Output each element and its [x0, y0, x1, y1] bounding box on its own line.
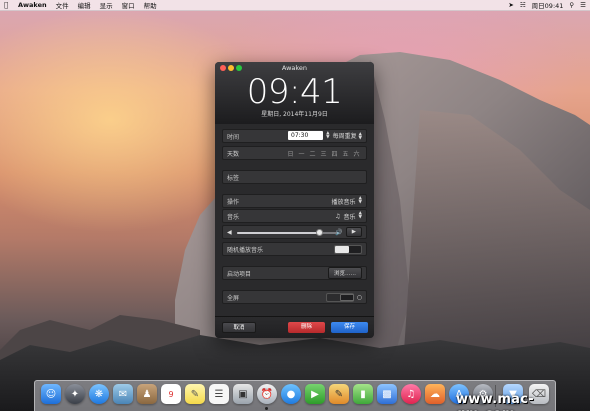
notes-icon[interactable]: ✎ [185, 384, 205, 404]
awaken-window: 09:41 星期日, 2014年11月9日 Awaken 时间 ▲ ▼ 每周重复 … [215, 62, 374, 338]
days-label: 天数 [227, 150, 240, 158]
facetime-icon[interactable]: ▶ [305, 384, 325, 404]
cancel-button[interactable]: 取消 [222, 322, 256, 333]
pages-icon[interactable]: ✎ [329, 384, 349, 404]
volume-slider-knob[interactable] [315, 229, 323, 236]
launchpad-icon[interactable]: ✦ [65, 384, 85, 404]
running-indicator [265, 407, 268, 410]
shuffle-toggle[interactable] [334, 244, 362, 254]
menu-app-name[interactable]: Awaken [18, 1, 47, 9]
clock-date: 星期日, 2014年11月9日 [261, 111, 328, 118]
fullscreen-toggle-knob [339, 293, 354, 301]
time-label: 时间 [227, 133, 240, 141]
action-row: 操作 播放音乐 ▲ ▼ [222, 194, 367, 208]
action-label: 操作 [227, 198, 240, 206]
day-tue[interactable]: 二 [307, 149, 318, 158]
notification-center-icon[interactable]: ☰ [580, 1, 586, 9]
volume-slider[interactable] [237, 229, 337, 236]
mail-icon[interactable]: ✉ [113, 384, 133, 404]
shuffle-row: 随机播放音乐 [222, 242, 367, 256]
play-button[interactable]: ▶ [345, 227, 362, 237]
menu-edit[interactable]: 编辑 [78, 0, 91, 10]
music-select[interactable]: ♫ 音乐 ▲ ▼ [335, 211, 362, 221]
menu-window[interactable]: 窗口 [122, 0, 135, 10]
day-sat[interactable]: 六 [351, 149, 362, 158]
day-wed[interactable]: 三 [318, 149, 329, 158]
close-button[interactable] [220, 65, 226, 71]
music-label: 音乐 [227, 213, 240, 221]
window-title: Awaken [281, 64, 308, 72]
apple-icon[interactable]:  [4, 1, 14, 9]
location-icon[interactable]: ➤ [508, 1, 513, 9]
keynote-icon[interactable]: ▩ [377, 384, 397, 404]
action-value: 播放音乐 [331, 198, 356, 206]
shuffle-toggle-knob [335, 245, 349, 253]
site-watermark: www.mac-gm.com [456, 392, 534, 411]
finder-icon[interactable]: ☺ [41, 384, 61, 404]
menu-view[interactable]: 显示 [100, 0, 113, 10]
launch-row: 启动项目 浏览…… [222, 266, 367, 280]
search-icon[interactable]: ⚲ [569, 1, 574, 9]
tag-row[interactable]: 标签 [222, 170, 367, 184]
delete-button[interactable]: 删除 [288, 322, 325, 333]
repeat-select[interactable]: 每周重复 ▲ ▼ [333, 131, 362, 141]
menu-file[interactable]: 文件 [56, 0, 69, 10]
time-input[interactable]: 07:30 [288, 131, 323, 140]
preview-icon[interactable]: ▣ [233, 384, 253, 404]
numbers-icon[interactable]: ▮ [353, 384, 373, 404]
launch-label: 启动项目 [227, 270, 252, 278]
volume-slider-fill [237, 232, 319, 234]
chevron-updown-icon: ▲ ▼ [358, 196, 362, 205]
shuffle-label: 随机播放音乐 [227, 246, 264, 254]
tag-label: 标签 [227, 174, 240, 182]
repeat-value: 每周重复 [332, 133, 357, 141]
fullscreen-toggle[interactable] [325, 292, 354, 302]
clock-time: 09:41 [246, 72, 343, 112]
music-note-icon: ♫ [335, 212, 341, 220]
day-mon[interactable]: 一 [296, 149, 307, 158]
day-thu[interactable]: 四 [329, 149, 340, 158]
safari-icon[interactable]: ❋ [89, 384, 109, 404]
fullscreen-label: 全屏 [227, 294, 240, 302]
menu-help[interactable]: 帮助 [144, 0, 157, 10]
music-row: 音乐 ♫ 音乐 ▲ ▼ [222, 209, 367, 223]
browse-button[interactable]: 浏览…… [327, 267, 362, 279]
day-fri[interactable]: 五 [340, 149, 351, 158]
messages-icon[interactable]: ● [281, 384, 301, 404]
reminders-icon[interactable]: ☰ [209, 384, 229, 404]
awaken-app-icon[interactable]: ⏰ [257, 384, 277, 404]
zoom-button[interactable] [236, 65, 242, 71]
minimize-button[interactable] [228, 65, 234, 71]
time-stepper[interactable]: ▲ ▼ [326, 131, 329, 140]
bottom-bar: 取消 删除 保存 [215, 316, 374, 338]
chevron-updown-icon: ▲ ▼ [358, 211, 362, 220]
wifi-icon[interactable]: ☵ [520, 1, 526, 9]
menu-bar:  Awaken 文件 编辑 显示 窗口 帮助 ➤ ☵ 周日09:41 ⚲ ☰ [0, 0, 590, 11]
itunes-icon[interactable]: ♫ [401, 384, 421, 404]
contacts-icon[interactable]: ♟ [137, 384, 157, 404]
save-button[interactable]: 保存 [331, 322, 368, 333]
ibooks-icon[interactable]: ☁ [425, 384, 445, 404]
circle-icon: ○ [356, 293, 362, 301]
volume-row: ◀ 🔊 ▶ [222, 225, 367, 239]
volume-low-icon: ◀ [227, 228, 232, 236]
menubar-clock[interactable]: 周日09:41 [532, 0, 564, 10]
fullscreen-row: 全屏 ○ [222, 290, 367, 304]
music-value: 音乐 [343, 213, 356, 221]
days-row: 天数 日 一 二 三 四 五 六 [222, 146, 367, 160]
chevron-updown-icon: ▲ ▼ [358, 131, 362, 141]
window-titlebar[interactable]: Awaken [215, 62, 374, 74]
calendar-icon[interactable]: 9 [161, 384, 181, 404]
day-sun[interactable]: 日 [285, 149, 296, 158]
action-select[interactable]: 播放音乐 ▲ ▼ [331, 196, 362, 206]
